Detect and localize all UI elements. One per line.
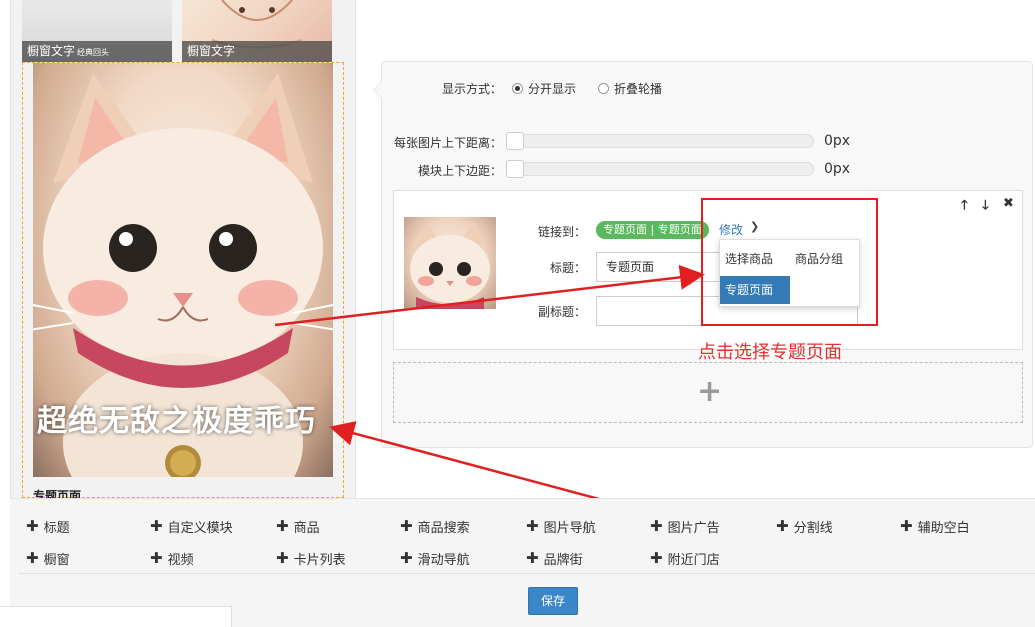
add-card-list[interactable]: ✚ 卡片列表: [276, 549, 346, 569]
move-up-icon[interactable]: 🡑: [961, 196, 968, 218]
title-label: 标题：: [550, 261, 587, 275]
add-blank-space[interactable]: ✚ 辅助空白: [900, 517, 970, 537]
move-down-icon[interactable]: 🡓: [982, 196, 989, 218]
window-thumb-caption: 橱窗文字 经典回头: [22, 41, 172, 62]
add-divider[interactable]: ✚ 分割线: [776, 517, 833, 537]
annotation-highlight-dropdown: [701, 198, 878, 326]
plus-icon: ✚: [276, 549, 289, 567]
plus-icon: ✚: [526, 549, 539, 567]
add-brand-street[interactable]: ✚ 品牌街: [526, 549, 583, 569]
link-to-label: 链接到：: [538, 225, 587, 239]
banner-overlay-text: 超绝无敌之极度乖巧: [37, 404, 316, 439]
plus-icon: ✚: [400, 549, 413, 567]
toolbar-divider: [18, 573, 1035, 574]
plus-icon: ✚: [526, 517, 539, 535]
add-slide-nav[interactable]: ✚ 滑动导航: [400, 549, 470, 569]
radio-carousel[interactable]: 折叠轮播: [598, 80, 662, 97]
link-target-tag: 专题页面 | 专题页面: [596, 221, 709, 239]
radio-selected-icon: [512, 83, 523, 94]
add-ad-item-area[interactable]: +: [393, 362, 1023, 423]
plus-icon: ✚: [150, 517, 163, 535]
add-window-component[interactable]: ✚ 橱窗: [26, 549, 70, 569]
add-nearby-stores[interactable]: ✚ 附近门店: [650, 549, 720, 569]
plus-icon: ✚: [26, 517, 39, 535]
plus-icon: ✚: [276, 517, 289, 535]
close-icon[interactable]: ✖: [1003, 196, 1014, 211]
plus-icon: ✚: [26, 549, 39, 567]
window-thumb-caption: 橱窗文字: [182, 41, 332, 62]
plus-icon: ✚: [776, 517, 789, 535]
plus-icon: ✚: [400, 517, 413, 535]
annotation-hint-text: 点击选择专题页面: [698, 342, 842, 363]
cat-banner-image: 超绝无敌之极度乖巧: [33, 63, 333, 477]
add-image-nav[interactable]: ✚ 图片导航: [526, 517, 596, 537]
image-spacing-value: 0px: [824, 133, 851, 149]
slider-handle[interactable]: [506, 132, 524, 150]
add-goods-search[interactable]: ✚ 商品搜索: [400, 517, 470, 537]
radio-unselected-icon: [598, 83, 609, 94]
plus-icon: ✚: [650, 517, 663, 535]
display-mode-label: 显示方式：: [442, 82, 503, 96]
add-video-component[interactable]: ✚ 视频: [150, 549, 194, 569]
plus-icon: ✚: [900, 517, 913, 535]
add-title-component[interactable]: ✚ 标题: [26, 517, 70, 537]
module-margin-label: 模块上下边距：: [418, 164, 503, 178]
plus-icon: ✚: [150, 549, 163, 567]
bottom-panel-edge: [0, 606, 232, 627]
window-thumb-2[interactable]: 橱窗文字: [182, 0, 332, 62]
add-goods-component[interactable]: ✚ 商品: [276, 517, 320, 537]
add-custom-module[interactable]: ✚ 自定义模块: [150, 517, 233, 537]
plus-icon: +: [697, 374, 723, 409]
plus-icon: ✚: [650, 549, 663, 567]
subtitle-label: 副标题：: [538, 305, 587, 319]
ad-item-thumbnail[interactable]: [404, 217, 496, 309]
radio-separate[interactable]: 分开显示: [512, 80, 576, 97]
slider-handle[interactable]: [506, 160, 524, 178]
image-spacing-label: 每张图片上下距离：: [394, 136, 503, 150]
module-margin-slider[interactable]: [506, 160, 814, 178]
add-image-ad[interactable]: ✚ 图片广告: [650, 517, 720, 537]
image-ad-preview[interactable]: 超绝无敌之极度乖巧 专题页面: [22, 62, 344, 503]
image-spacing-slider[interactable]: [506, 132, 814, 150]
cat-thumbnail-image: [410, 222, 490, 309]
save-button[interactable]: 保存: [528, 587, 578, 615]
module-margin-value: 0px: [824, 161, 851, 177]
window-thumb-1[interactable]: 橱窗文字 经典回头: [22, 0, 172, 62]
